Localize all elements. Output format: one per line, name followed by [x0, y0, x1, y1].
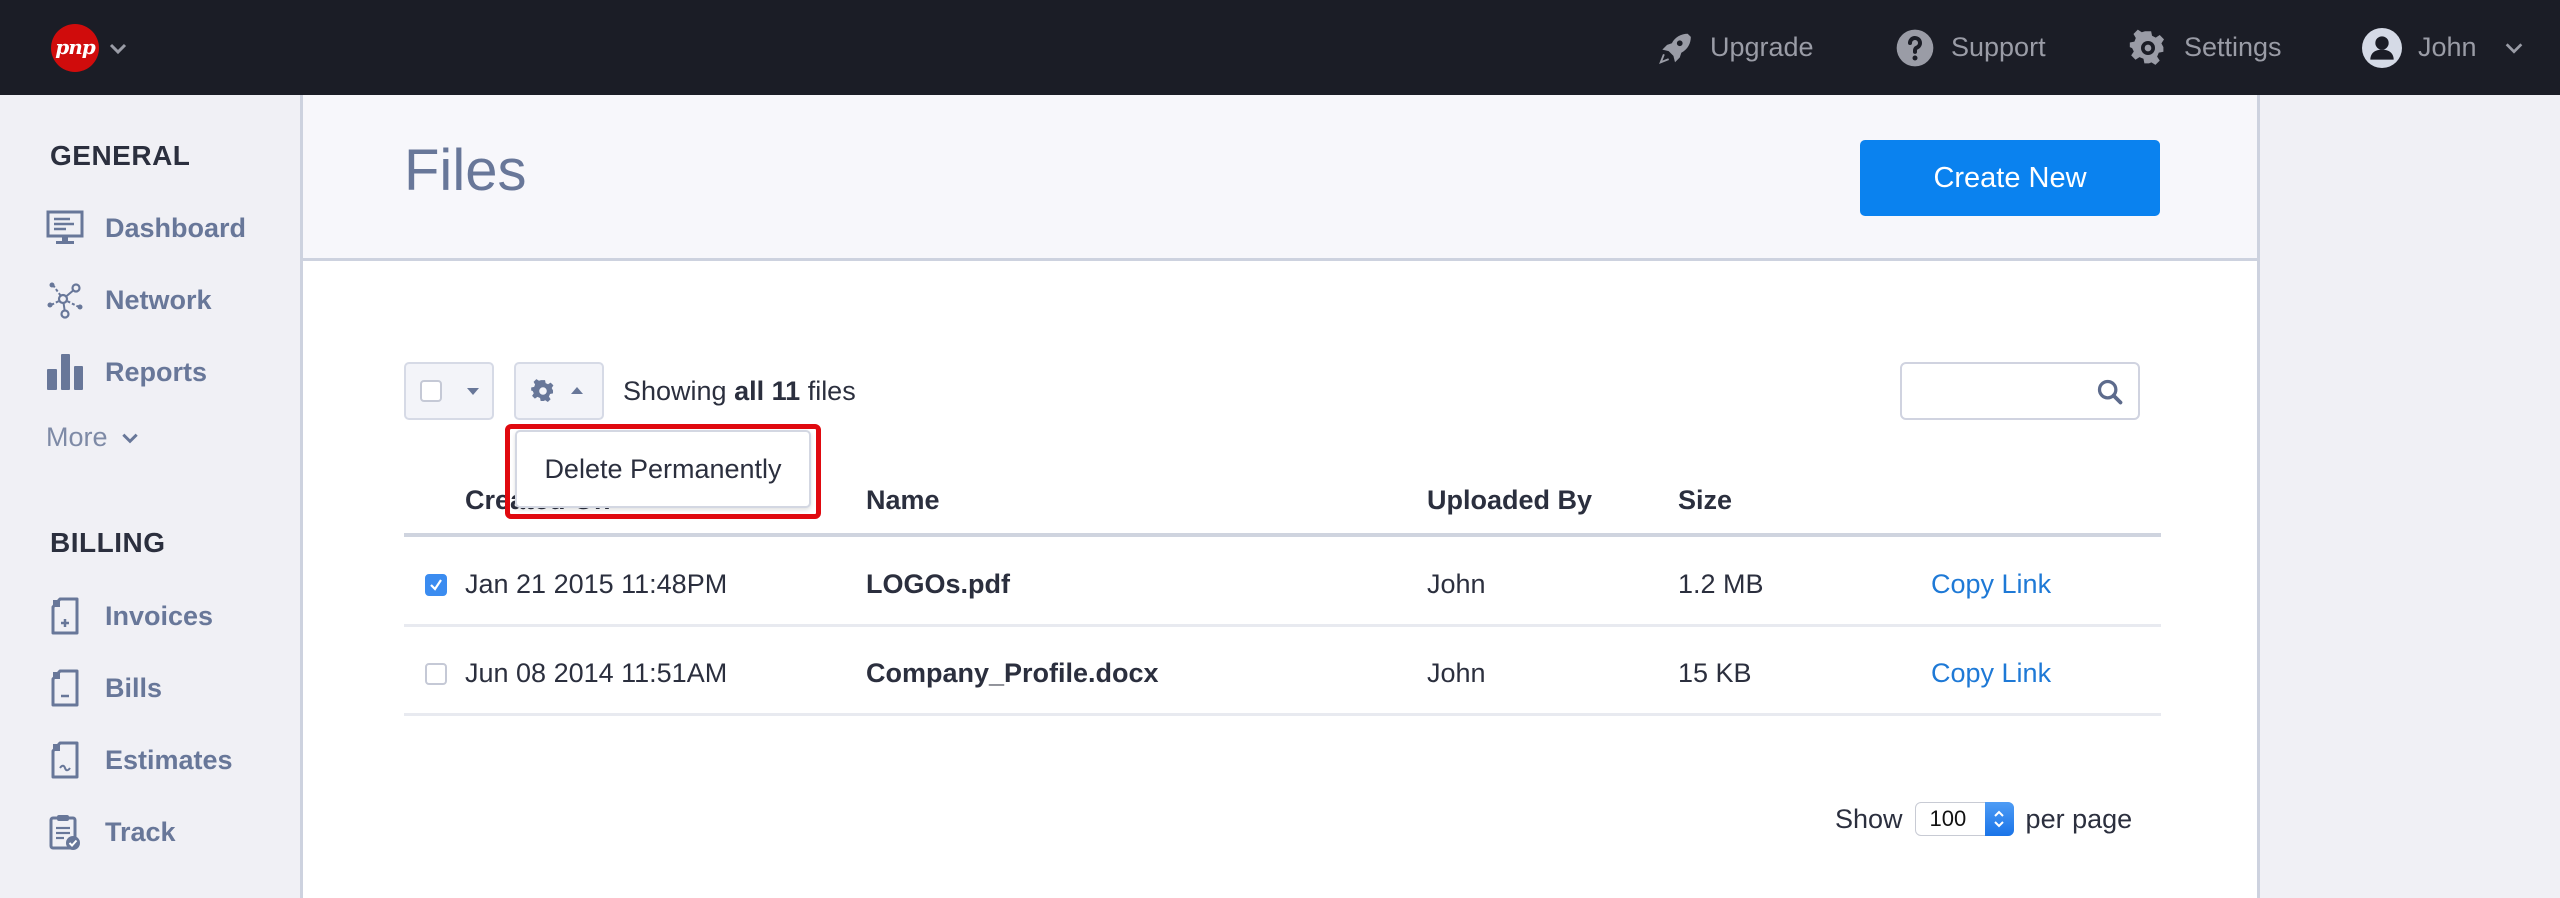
question-circle-icon: [1896, 29, 1934, 66]
sidebar-item-label: Estimates: [105, 744, 233, 775]
show-label: Show: [1835, 803, 1903, 834]
page-title: Files: [404, 138, 527, 203]
search-input[interactable]: [1912, 372, 2082, 410]
sidebar-item-reports[interactable]: Reports: [45, 347, 207, 397]
checkmark-icon: [430, 579, 442, 591]
cell-created-on: Jun 08 2014 11:51AM: [465, 658, 728, 688]
sidebar-item-label: Dashboard: [105, 212, 247, 243]
nav-user-label: John: [2418, 32, 2477, 62]
column-header-uploaded-by[interactable]: Uploaded By: [1427, 485, 1592, 516]
select-all-dropdown[interactable]: [404, 362, 494, 420]
column-header-size[interactable]: Size: [1678, 485, 1732, 516]
sidebar-item-label: Track: [105, 816, 176, 847]
table-row: Jan 21 2015 11:48PM LOGOs.pdf John 1.2 M…: [404, 541, 2161, 627]
search-box[interactable]: [1900, 362, 2140, 420]
cell-uploaded-by: John: [1427, 658, 1486, 688]
cell-created-on: Jan 21 2015 11:48PM: [465, 569, 728, 599]
per-page-label: per page: [2025, 803, 2133, 834]
search-icon[interactable]: [2096, 378, 2124, 406]
files-count-text: Showing all 11 files: [623, 376, 856, 407]
network-icon: [45, 280, 85, 320]
bar-chart-icon: [45, 352, 85, 392]
document-plus-icon: [45, 596, 85, 636]
main-content: Files Create New Showing all 11 files Cr…: [303, 95, 2260, 898]
cell-size: 1.2 MB: [1678, 569, 1764, 599]
showing-count: all 11: [734, 376, 801, 406]
showing-suffix: files: [807, 376, 856, 406]
sidebar-item-label: Reports: [105, 356, 208, 387]
sidebar-more-label: More: [46, 422, 108, 452]
logo[interactable]: pnp: [51, 24, 99, 72]
per-page-select[interactable]: 100: [1914, 802, 2014, 836]
monitor-icon: [45, 208, 85, 248]
cell-file-name[interactable]: Company_Profile.docx: [866, 658, 1159, 689]
create-new-button[interactable]: Create New: [1860, 140, 2160, 216]
clipboard-check-icon: [45, 812, 85, 852]
right-gutter: [2263, 95, 2560, 898]
nav-settings-label: Settings: [2184, 32, 2282, 62]
document-tilde-icon: [45, 740, 85, 780]
cell-size: 15 KB: [1678, 658, 1752, 688]
sidebar-item-network[interactable]: Network: [45, 275, 212, 325]
chevron-down-icon: [121, 433, 138, 443]
nav-upgrade-label: Upgrade: [1710, 32, 1814, 62]
sidebar-more-toggle[interactable]: More: [46, 422, 140, 453]
nav-upgrade[interactable]: Upgrade: [1656, 0, 1814, 95]
nav-support-label: Support: [1951, 32, 2046, 62]
select-all-checkbox[interactable]: [420, 380, 442, 402]
per-page-value: 100: [1929, 806, 1967, 831]
showing-prefix: Showing: [623, 376, 727, 406]
menu-item-delete-permanently[interactable]: Delete Permanently: [515, 430, 811, 508]
top-navbar: pnp Upgrade Support Settings John: [0, 0, 2560, 95]
nav-user-menu[interactable]: John: [2362, 0, 2525, 95]
sidebar-heading-general: GENERAL: [50, 140, 191, 171]
sidebar-item-label: Invoices: [105, 600, 214, 631]
cell-file-name[interactable]: LOGOs.pdf: [866, 569, 1010, 600]
table-row: Jun 08 2014 11:51AM Company_Profile.docx…: [404, 630, 2161, 716]
page-header: Files Create New: [303, 95, 2257, 261]
sidebar-item-bills[interactable]: Bills: [45, 663, 162, 713]
sidebar-item-label: Network: [105, 284, 212, 315]
rocket-icon: [1659, 33, 1691, 64]
sidebar-heading-billing: BILLING: [50, 527, 166, 558]
cell-uploaded-by: John: [1427, 569, 1486, 599]
gear-icon: [2129, 29, 2165, 65]
nav-settings[interactable]: Settings: [2128, 0, 2282, 95]
sidebar-item-estimates[interactable]: Estimates: [45, 735, 233, 785]
sidebar-item-track[interactable]: Track: [45, 807, 176, 857]
select-stepper-icon: [1984, 802, 2014, 836]
chevron-down-icon: [2505, 42, 2522, 54]
user-avatar-icon: [2362, 27, 2402, 68]
sidebar-item-label: Bills: [105, 672, 163, 703]
sidebar: GENERAL Dashboard Network Reports More B…: [0, 95, 303, 898]
nav-support[interactable]: Support: [1895, 0, 2046, 95]
per-page-control: Show 100 per page: [1835, 802, 2132, 836]
copy-link[interactable]: Copy Link: [1931, 658, 2051, 689]
copy-link[interactable]: Copy Link: [1931, 569, 2051, 600]
column-header-name[interactable]: Name: [866, 485, 940, 516]
sidebar-item-invoices[interactable]: Invoices: [45, 591, 213, 641]
row-checkbox[interactable]: [425, 663, 447, 685]
document-minus-icon: [45, 668, 85, 708]
sidebar-item-dashboard[interactable]: Dashboard: [45, 203, 246, 253]
caret-up-icon: [571, 387, 583, 394]
caret-down-icon: [467, 388, 479, 395]
gear-icon: [531, 379, 554, 403]
row-checkbox[interactable]: [425, 574, 447, 596]
chevron-down-icon[interactable]: [106, 36, 130, 60]
actions-menu-button[interactable]: [514, 362, 604, 420]
